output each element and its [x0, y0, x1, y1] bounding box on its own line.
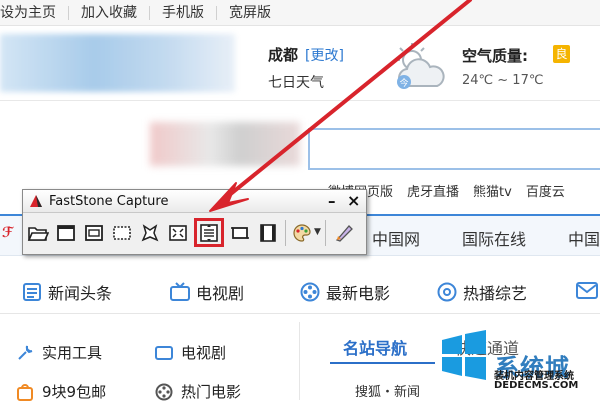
air-quality-badge: 良 [553, 45, 570, 63]
capture-object-icon[interactable] [83, 222, 105, 244]
category-variety[interactable]: 热播综艺 [437, 280, 527, 304]
set-homepage-link[interactable]: 设为主页 [0, 5, 69, 20]
category-label: 热播综艺 [463, 284, 528, 303]
toolbar-separator [325, 220, 326, 246]
highlight-box [194, 218, 224, 247]
tool-tv[interactable]: 电视剧 [155, 342, 226, 363]
seven-day-weather-link[interactable]: 七日天气 [268, 72, 324, 92]
partial-icon: ℱ [2, 225, 14, 241]
tool-label: 电视剧 [181, 344, 227, 362]
capture-fullscreen-icon[interactable] [167, 222, 189, 244]
mail-icon[interactable] [576, 281, 598, 301]
film-reel-icon [155, 383, 173, 400]
capture-rectangle-icon[interactable] [111, 222, 133, 244]
category-tv[interactable]: 电视剧 [170, 280, 244, 304]
capture-window-icon[interactable] [55, 222, 77, 244]
search-engine-logo-blurred[interactable] [150, 122, 300, 166]
add-favorite-link[interactable]: 加入收藏 [81, 5, 150, 20]
tool-utilities[interactable]: 实用工具 [16, 342, 102, 363]
quick-link[interactable]: 百度云 [526, 181, 565, 200]
bag-icon [17, 383, 33, 401]
wrench-icon [18, 345, 33, 360]
search-input[interactable] [308, 128, 600, 170]
faststone-toolbar: ▼ [23, 214, 366, 254]
site-link[interactable]: 搜狐・新闻 [355, 381, 420, 400]
active-tab-indicator [330, 362, 435, 364]
weather-city: 成都 [268, 46, 299, 64]
category-label: 电视剧 [196, 284, 245, 303]
partly-sunny-icon: 今 [396, 43, 445, 89]
faststone-capture-window[interactable]: FastStone Capture – × ▼ [22, 189, 367, 255]
tv-icon [155, 345, 173, 360]
category-label: 最新电影 [326, 284, 391, 303]
change-city-link[interactable]: [更改] [305, 45, 344, 65]
air-quality-label: 空气质量: [462, 47, 528, 65]
news-icon [23, 283, 41, 301]
capture-fixed-region-icon[interactable] [229, 222, 251, 244]
tool-label: 热门电影 [181, 383, 242, 401]
color-palette-icon[interactable] [291, 222, 313, 244]
faststone-title-bar[interactable]: FastStone Capture – × [23, 190, 366, 213]
faststone-logo-icon [30, 195, 42, 207]
category-movies[interactable]: 最新电影 [300, 280, 390, 304]
open-folder-icon[interactable] [27, 222, 49, 244]
settings-icon[interactable] [333, 222, 355, 244]
dropdown-arrow-icon[interactable]: ▼ [314, 227, 321, 237]
tool-label: 9块9包邮 [42, 383, 107, 401]
toolbar-separator [285, 220, 286, 246]
screen-recorder-icon[interactable] [257, 222, 279, 244]
svg-text:今: 今 [399, 77, 408, 89]
tool-hot-movies[interactable]: 热门电影 [155, 381, 241, 402]
nav-item[interactable]: 国际在线 [462, 226, 526, 250]
category-label: 新闻头条 [48, 284, 113, 303]
film-reel-icon [300, 282, 320, 302]
widescreen-link[interactable]: 宽屏版 [229, 6, 283, 20]
nav-item[interactable]: 中国网 [372, 226, 420, 250]
tool-label: 实用工具 [42, 344, 103, 362]
tab-site-nav[interactable]: 名站导航 [343, 335, 407, 359]
category-news[interactable]: 新闻头条 [22, 280, 112, 304]
tv-icon [170, 282, 190, 301]
watermark-url: DEDECMS.COM [494, 380, 579, 391]
quick-link[interactable]: 虎牙直播 [407, 181, 459, 200]
top-link-bar: 设为主页 加入收藏 手机版 宽屏版 [0, 0, 600, 26]
faststone-title: FastStone Capture [49, 194, 169, 209]
watermark-logo-icon [442, 330, 486, 380]
temperature-range: 24℃ ~ 17℃ [462, 73, 544, 88]
divider [0, 100, 600, 101]
quick-link[interactable]: 熊猫tv [473, 181, 512, 200]
tool-deals[interactable]: 9块9包邮 [16, 381, 106, 402]
disc-icon [437, 282, 457, 302]
minimize-button[interactable]: – [328, 192, 336, 210]
mobile-version-link[interactable]: 手机版 [162, 5, 217, 20]
site-logo-blurred[interactable] [0, 34, 235, 92]
close-button[interactable]: × [347, 191, 360, 210]
capture-freehand-icon[interactable] [139, 222, 161, 244]
nav-item[interactable]: 中国 [568, 226, 600, 250]
